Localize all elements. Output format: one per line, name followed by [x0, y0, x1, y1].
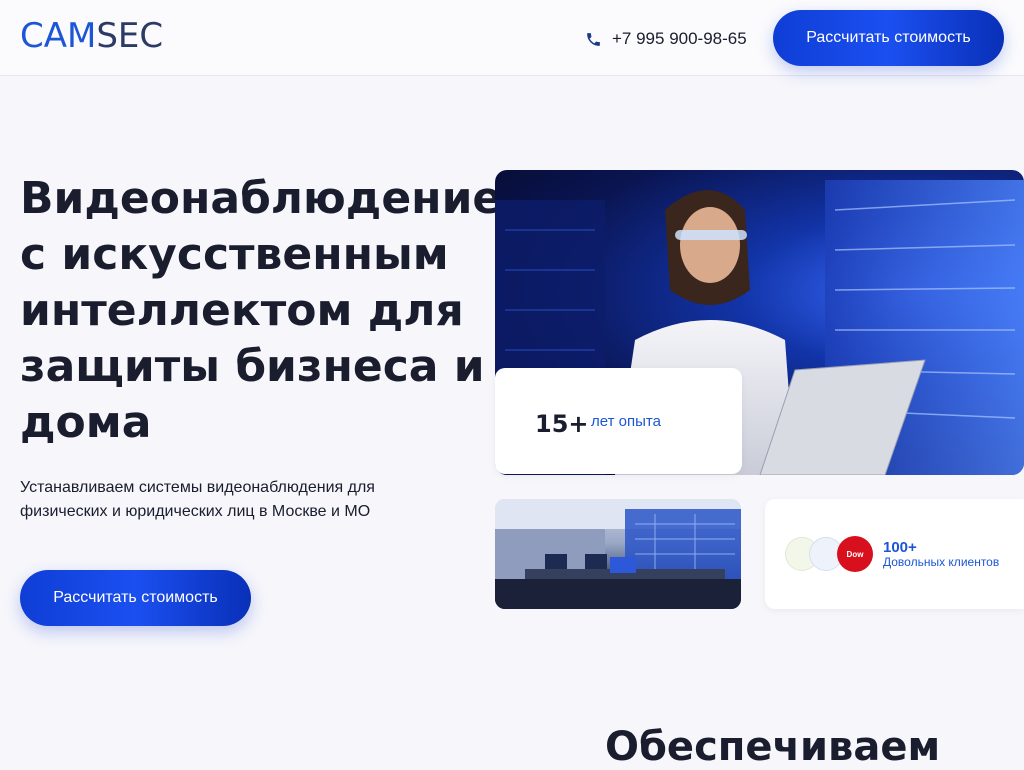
header-phone-link[interactable]: +7 995 900-98-65: [585, 28, 747, 50]
logo-part-cam: CAM: [20, 16, 97, 56]
experience-label: лет опыта: [591, 413, 661, 430]
clients-value: 100+: [883, 539, 917, 556]
hero-subtitle: Устанавливаем системы видеонаблюдения дл…: [20, 479, 375, 520]
phone-icon: [587, 32, 600, 46]
clients-card: Dow 100+ Довольных клиентов: [765, 499, 1024, 609]
office-image: [495, 499, 741, 609]
experience-value: 15+: [535, 410, 589, 438]
logo[interactable]: CAMSEC: [20, 16, 163, 56]
client-logo-dow: Dow: [837, 536, 873, 572]
experience-card: 15+ лет опыта: [495, 368, 742, 474]
hero-title: Видеонаблюдение с искусственным интеллек…: [20, 173, 503, 448]
clients-label: Довольных клиентов: [883, 555, 1000, 569]
next-section-title: Обеспечиваем: [605, 724, 941, 770]
phone-number: +7 995 900-98-65: [612, 29, 747, 48]
header-calculate-button[interactable]: Рассчитать стоимость: [773, 10, 1004, 66]
site-header: CAMSEC +7 995 900-98-65 Рассчитать стоим…: [0, 0, 1024, 76]
office-illustration: [495, 499, 741, 609]
logo-part-sec: SEC: [96, 16, 164, 56]
hero-calculate-button[interactable]: Рассчитать стоимость: [20, 570, 251, 626]
